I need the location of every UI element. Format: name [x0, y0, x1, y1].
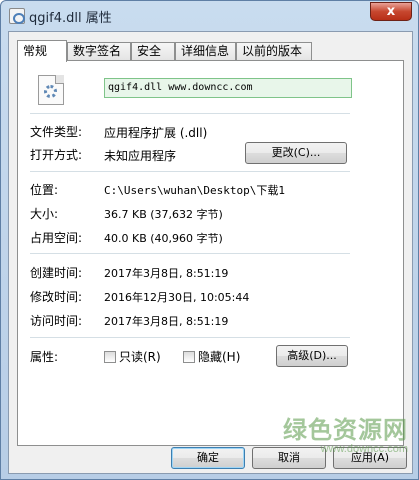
- separator: [30, 337, 350, 338]
- tab-previous-versions[interactable]: 以前的版本: [236, 42, 312, 61]
- close-button[interactable]: x: [370, 2, 412, 21]
- disk-size-label: 占用空间:: [30, 231, 83, 245]
- readonly-label: 只读(R): [119, 350, 161, 364]
- properties-window: qgif4.dll 属性 x 常规 数字签名 安全 详细信息 以前的版本 qgi…: [0, 0, 419, 480]
- file-type-value: 应用程序扩展 (.dll): [104, 126, 208, 140]
- hidden-check-box[interactable]: [183, 351, 195, 363]
- change-button[interactable]: 更改(C)...: [245, 142, 347, 164]
- file-name-field[interactable]: qgif4.dll www.downcc.com: [104, 78, 352, 98]
- size-label: 大小:: [30, 207, 59, 221]
- disk-size-value: 40.0 KB (40,960 字节): [104, 232, 223, 245]
- tab-general[interactable]: 常规: [17, 40, 67, 62]
- ok-button[interactable]: 确定: [171, 447, 245, 469]
- hidden-label: 隐藏(H): [198, 350, 241, 364]
- dialog-body: 常规 数字签名 安全 详细信息 以前的版本 qgif4.dll www.down…: [8, 31, 413, 474]
- tab-details[interactable]: 详细信息: [175, 42, 236, 61]
- gear-icon: [44, 85, 57, 98]
- location-value: C:\Users\wuhan\Desktop\下载1: [104, 184, 285, 197]
- separator: [30, 253, 350, 254]
- watermark-title: 绿色资源网: [283, 416, 408, 444]
- created-value: 2017年3月8日, 8:51:19: [104, 267, 229, 280]
- location-label: 位置:: [30, 183, 59, 197]
- watermark-url: www.downcc.com: [320, 443, 408, 455]
- created-label: 创建时间:: [30, 266, 83, 280]
- advanced-button[interactable]: 高级(D)...: [276, 345, 348, 367]
- hidden-checkbox[interactable]: 隐藏(H): [183, 348, 240, 364]
- modified-label: 修改时间:: [30, 290, 83, 304]
- readonly-check-box[interactable]: [104, 351, 116, 363]
- separator: [30, 171, 350, 172]
- accessed-label: 访问时间:: [30, 314, 83, 328]
- accessed-value: 2017年3月8日, 8:51:19: [104, 315, 229, 328]
- size-value: 36.7 KB (37,632 字节): [104, 208, 223, 221]
- tab-security[interactable]: 安全: [131, 42, 175, 61]
- dll-file-icon-large: [38, 75, 64, 105]
- readonly-checkbox[interactable]: 只读(R): [104, 348, 161, 364]
- tab-strip: 常规 数字签名 安全 详细信息 以前的版本: [17, 40, 412, 62]
- tab-digital-signatures[interactable]: 数字签名: [67, 42, 131, 61]
- attributes-label: 属性:: [30, 350, 59, 364]
- modified-value: 2016年12月30日, 10:05:44: [104, 291, 250, 304]
- separator: [30, 113, 350, 114]
- watermark: 绿色资源网 www.downcc.com: [283, 417, 408, 455]
- open-with-label: 打开方式:: [30, 148, 83, 162]
- general-panel: qgif4.dll www.downcc.com 文件类型: 应用程序扩展 (.…: [17, 60, 404, 446]
- file-type-label: 文件类型:: [30, 125, 83, 139]
- window-title: qgif4.dll 属性: [29, 11, 112, 26]
- open-with-value: 未知应用程序: [104, 149, 177, 163]
- dll-file-icon: [9, 8, 25, 24]
- title-bar[interactable]: qgif4.dll 属性 x: [1, 1, 418, 31]
